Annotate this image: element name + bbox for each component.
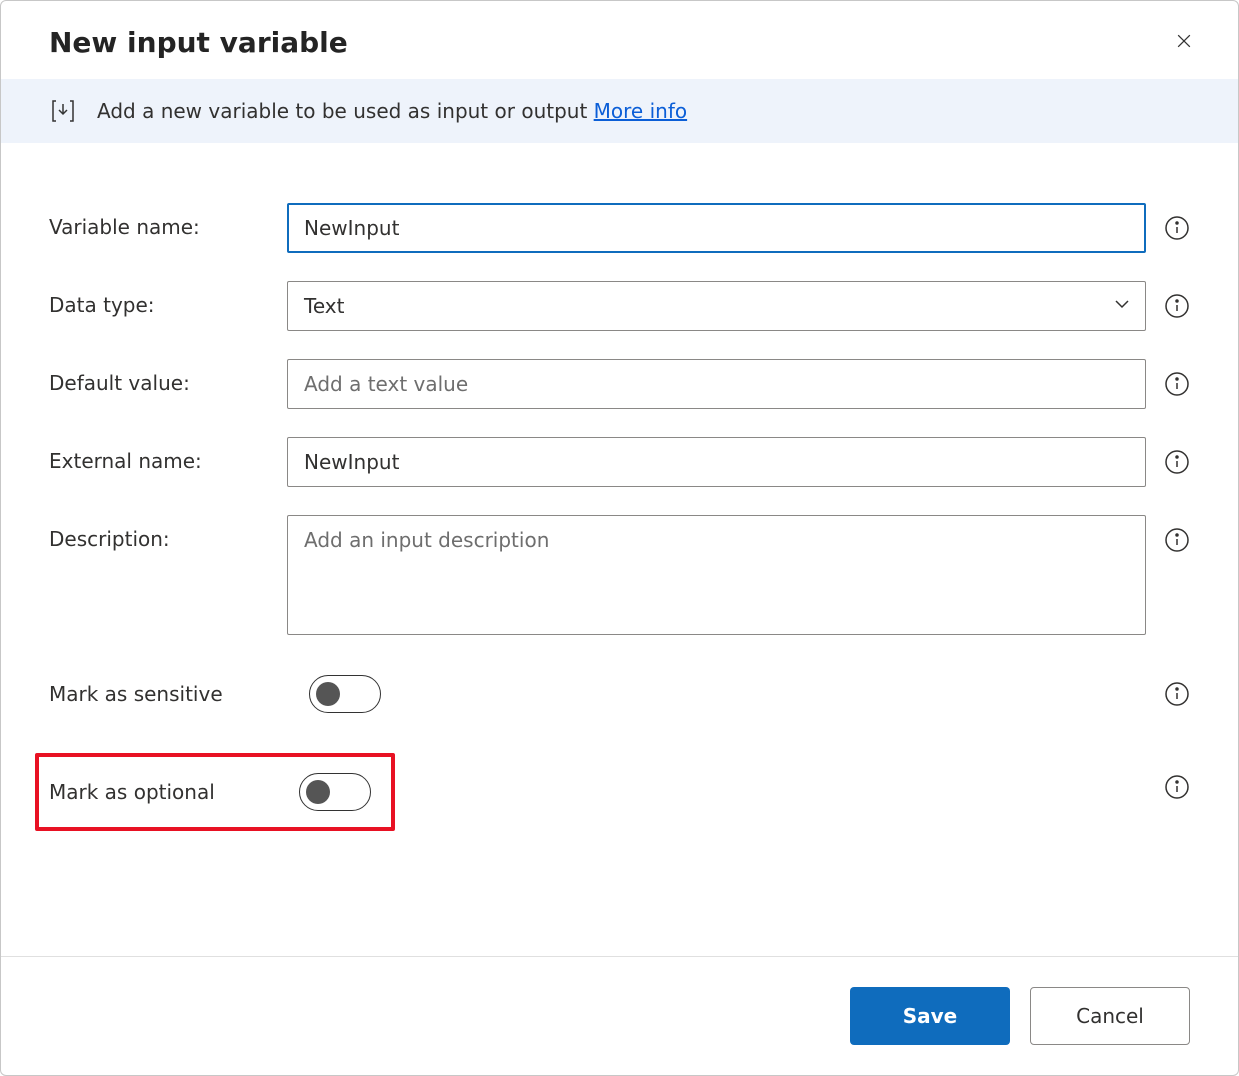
input-description[interactable] xyxy=(287,515,1146,635)
input-external-name[interactable] xyxy=(287,437,1146,487)
close-icon xyxy=(1174,31,1194,54)
info-icon-mark-optional[interactable] xyxy=(1164,774,1190,800)
select-data-type[interactable]: Text xyxy=(287,281,1146,331)
row-variable-name: Variable name: xyxy=(49,203,1190,253)
dialog-footer: Save Cancel xyxy=(1,956,1238,1075)
label-description: Description: xyxy=(49,515,287,551)
close-button[interactable] xyxy=(1170,29,1198,57)
row-description: Description: xyxy=(49,515,1190,635)
label-default-value: Default value: xyxy=(49,359,287,395)
highlight-mark-optional: Mark as optional xyxy=(35,753,395,831)
label-variable-name: Variable name: xyxy=(49,203,287,239)
row-mark-sensitive: Mark as sensitive xyxy=(49,663,1190,725)
input-default-value[interactable] xyxy=(287,359,1146,409)
more-info-link[interactable]: More info xyxy=(594,99,687,123)
row-external-name: External name: xyxy=(49,437,1190,487)
info-banner: Add a new variable to be used as input o… xyxy=(1,79,1238,143)
info-icon-external-name[interactable] xyxy=(1164,449,1190,475)
select-data-type-button[interactable]: Text xyxy=(287,281,1146,331)
label-mark-sensitive: Mark as sensitive xyxy=(49,682,309,706)
toggle-mark-sensitive[interactable] xyxy=(309,675,381,713)
info-icon-mark-sensitive[interactable] xyxy=(1164,681,1190,707)
save-button[interactable]: Save xyxy=(850,987,1010,1045)
row-data-type: Data type: Text xyxy=(49,281,1190,331)
info-banner-text: Add a new variable to be used as input o… xyxy=(97,99,687,123)
label-data-type: Data type: xyxy=(49,281,287,317)
label-mark-optional: Mark as optional xyxy=(49,780,299,804)
dialog-new-input-variable: New input variable Add a new variable to… xyxy=(0,0,1239,1076)
input-variable-icon xyxy=(49,97,77,125)
input-variable-name[interactable] xyxy=(287,203,1146,253)
cancel-button[interactable]: Cancel xyxy=(1030,987,1190,1045)
info-icon-variable-name[interactable] xyxy=(1164,215,1190,241)
row-default-value: Default value: xyxy=(49,359,1190,409)
row-mark-optional: Mark as optional xyxy=(49,731,1190,843)
label-external-name: External name: xyxy=(49,437,287,473)
dialog-header: New input variable xyxy=(1,1,1238,79)
info-icon-default-value[interactable] xyxy=(1164,371,1190,397)
form-area: Variable name: Data type: Text xyxy=(1,143,1238,956)
toggle-knob xyxy=(306,780,330,804)
info-icon-description[interactable] xyxy=(1164,527,1190,553)
toggle-knob xyxy=(316,682,340,706)
toggle-mark-optional[interactable] xyxy=(299,773,371,811)
info-icon-data-type[interactable] xyxy=(1164,293,1190,319)
dialog-title: New input variable xyxy=(49,26,348,59)
